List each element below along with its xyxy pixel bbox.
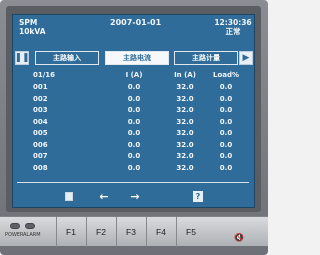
bottom-toolbar: ← → ?: [13, 185, 254, 207]
rated-value: 32.0: [176, 140, 194, 149]
ups-panel: SPM 10kVA 2007-01-01 12:30:36 正常 ❚❚ 主路输入…: [0, 0, 268, 255]
system-info: SPM 10kVA: [19, 18, 46, 36]
play-icon: ▶: [242, 53, 250, 63]
load-value: 0.0: [219, 94, 233, 103]
tab-main-input[interactable]: 主路输入: [35, 51, 99, 65]
function-key-strip: POWER ALARM F1 F2 F3 F4 F5 🔇: [0, 216, 268, 247]
row-id: 008: [33, 163, 48, 172]
table-row: 002 0.0 32.0 0.0: [13, 95, 254, 107]
rated-value: 32.0: [176, 106, 194, 114]
table-row: 006 0.0 32.0 0.0: [13, 141, 254, 153]
right-arrow-icon[interactable]: →: [128, 189, 142, 203]
row-id: 004: [33, 117, 48, 126]
table-row: 003 0.0 32.0 0.0: [13, 106, 254, 118]
table-row: 007 0.0 32.0 0.0: [13, 152, 254, 164]
rated-value: 32.0: [176, 83, 194, 91]
row-id: 006: [33, 140, 48, 149]
row-id: 007: [33, 152, 48, 160]
power-led-icon: [10, 223, 20, 229]
rated-value: 32.0: [176, 129, 194, 137]
page-icon[interactable]: [62, 189, 76, 203]
pause-button[interactable]: ❚❚: [14, 51, 30, 65]
help-glyph: ?: [193, 190, 203, 202]
current-value: 0.0: [127, 129, 141, 137]
row-id: 003: [33, 106, 48, 114]
current-value: 0.0: [127, 106, 141, 114]
time-label: 12:30:36: [214, 18, 252, 27]
table-row: 008 0.0 32.0 0.0: [13, 164, 254, 176]
row-id: 001: [33, 83, 48, 91]
row-id: 005: [33, 129, 48, 137]
f4-key[interactable]: F4: [146, 217, 175, 247]
current-value: 0.0: [127, 152, 141, 160]
col-current: I (A): [125, 71, 143, 79]
tab-main-metering[interactable]: 主路计量: [174, 51, 238, 65]
status-label: 正常: [225, 27, 241, 36]
load-value: 0.0: [219, 129, 233, 137]
tab-main-current[interactable]: 主路电流: [105, 51, 169, 65]
data-table: 001 0.0 32.0 0.0 002 0.0 32.0 0.0 003 0.…: [13, 83, 254, 175]
tab-bar: ❚❚ 主路输入 主路电流 主路计量 ▶: [14, 51, 253, 65]
rated-value: 32.0: [176, 152, 194, 160]
pause-icon: ❚❚: [14, 53, 30, 63]
load-value: 0.0: [219, 152, 233, 160]
table-row: 004 0.0 32.0 0.0: [13, 118, 254, 130]
load-value: 0.0: [219, 117, 233, 126]
table-row: 005 0.0 32.0 0.0: [13, 129, 254, 141]
capacity-label: 10kVA: [19, 27, 46, 36]
current-value: 0.0: [127, 140, 141, 149]
bottom-divider: [17, 182, 249, 183]
col-page: 01/16: [33, 71, 56, 79]
time-status: 12:30:36 正常: [213, 18, 253, 36]
col-load: Load%: [212, 71, 240, 79]
power-label: POWER: [5, 232, 24, 238]
f1-key[interactable]: F1: [56, 217, 85, 247]
lcd-screen: SPM 10kVA 2007-01-01 12:30:36 正常 ❚❚ 主路输入…: [12, 14, 255, 208]
status-header: SPM 10kVA 2007-01-01 12:30:36 正常: [13, 15, 254, 49]
speaker-icon[interactable]: 🔇: [234, 233, 244, 242]
left-arrow-icon[interactable]: ←: [97, 189, 111, 203]
rated-value: 32.0: [176, 117, 194, 126]
alarm-label: ALARM: [23, 232, 41, 238]
mode-label: SPM: [19, 18, 38, 27]
date-label: 2007-01-01: [110, 18, 162, 27]
table-header: 01/16 I (A) In (A) Load%: [13, 71, 254, 81]
table-row: 001 0.0 32.0 0.0: [13, 83, 254, 95]
next-page-button[interactable]: ▶: [239, 51, 253, 65]
f2-key[interactable]: F2: [86, 217, 115, 247]
load-value: 0.0: [219, 140, 233, 149]
load-value: 0.0: [219, 83, 233, 91]
alarm-led-icon: [25, 223, 35, 229]
f3-key[interactable]: F3: [116, 217, 145, 247]
rated-value: 32.0: [176, 94, 194, 103]
row-id: 002: [33, 94, 48, 103]
current-value: 0.0: [127, 163, 141, 172]
rated-value: 32.0: [176, 163, 194, 172]
f5-key[interactable]: F5: [176, 217, 205, 247]
help-icon[interactable]: ?: [191, 189, 205, 203]
current-value: 0.0: [127, 94, 141, 103]
load-value: 0.0: [219, 106, 233, 114]
col-rated-current: In (A): [174, 71, 196, 79]
load-value: 0.0: [219, 163, 233, 172]
current-value: 0.0: [127, 117, 141, 126]
current-value: 0.0: [127, 83, 141, 91]
